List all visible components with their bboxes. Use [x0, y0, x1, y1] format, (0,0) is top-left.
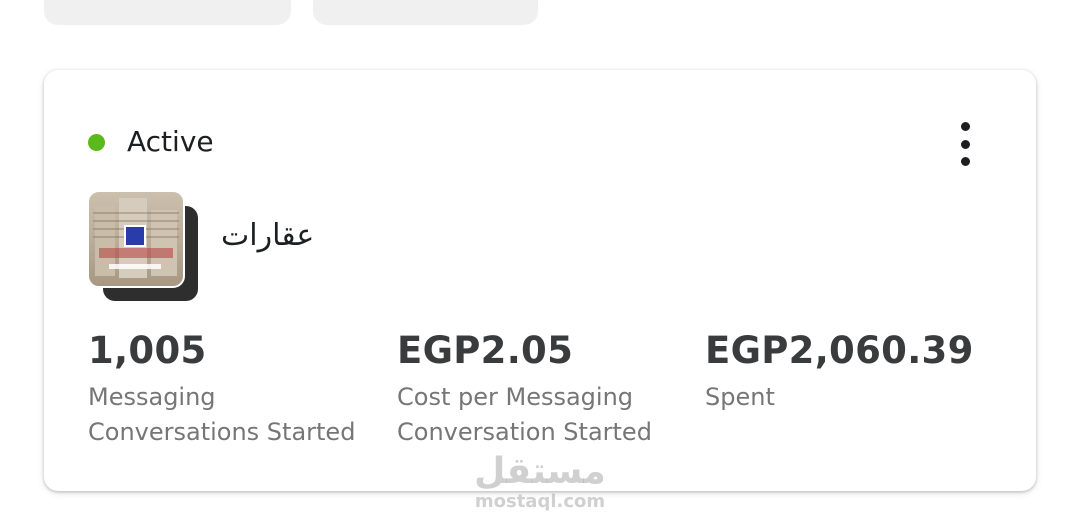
metric-conversations: 1,005 Messaging Conversations Started: [88, 328, 378, 450]
metric-label: Spent: [705, 383, 775, 411]
status-label: Active: [127, 125, 214, 158]
metric-cost-per-conversation: EGP2.05 Cost per Messaging Conversation …: [397, 328, 687, 450]
metric-value: EGP2.05: [397, 329, 574, 372]
brand-logo-icon: [124, 225, 146, 247]
watermark-url: mostaql.com: [474, 491, 606, 512]
metric-value: EGP2,060.39: [705, 329, 974, 372]
metric-label: Cost per Messaging Conversation Started: [397, 383, 652, 446]
status-dot-icon: [88, 133, 105, 151]
status-row: Active: [88, 124, 214, 160]
more-vertical-icon[interactable]: [950, 122, 980, 166]
top-filter-chip[interactable]: [313, 0, 538, 25]
metric-value: 1,005: [88, 329, 207, 372]
campaign-thumbnail: [87, 190, 199, 302]
watermark: مستقل mostaql.com: [474, 452, 606, 512]
metric-label: Messaging Conversations Started: [88, 383, 356, 446]
metric-spent: EGP2,060.39 Spent: [705, 328, 995, 415]
campaign-card[interactable]: Active عقارات 1,005 Messaging Conversati…: [44, 70, 1036, 491]
property-ad-thumbnail: [87, 190, 185, 288]
top-filter-chip[interactable]: [44, 0, 291, 25]
watermark-arabic: مستقل: [474, 451, 606, 492]
campaign-name: عقارات: [221, 218, 315, 253]
